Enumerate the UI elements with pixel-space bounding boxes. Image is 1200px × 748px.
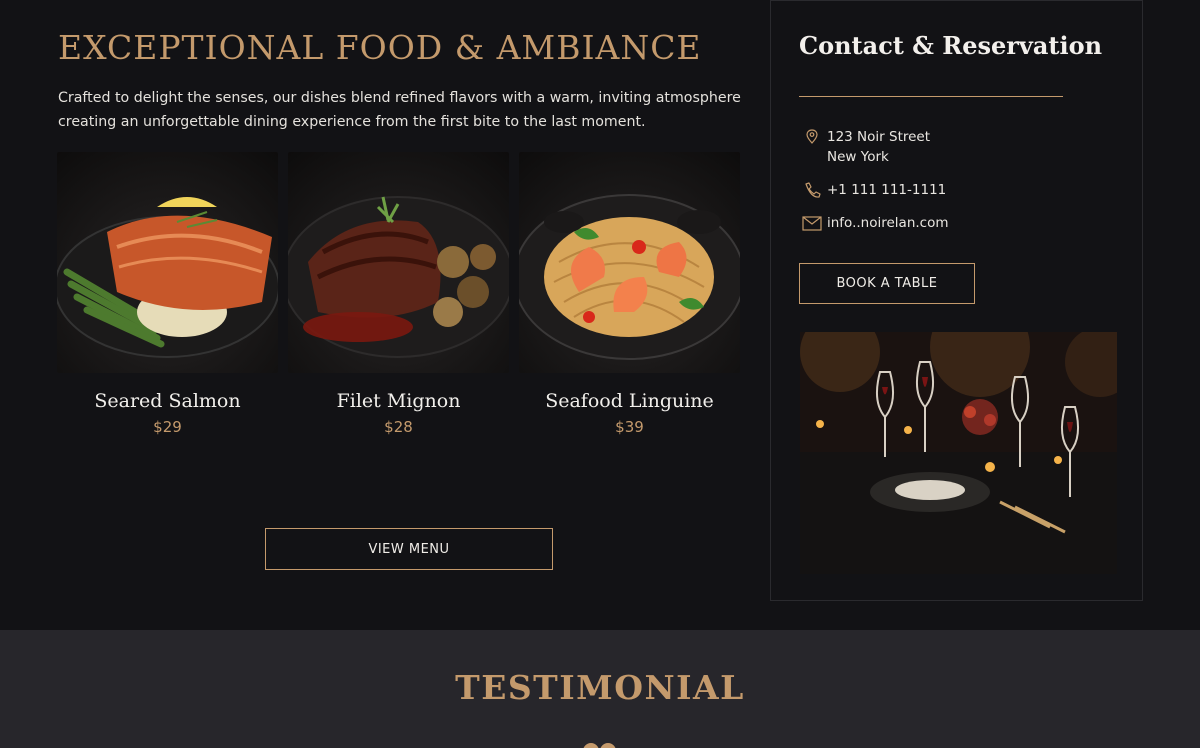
- contact-title: Contact & Reservation: [799, 31, 1103, 60]
- dish-name: Seafood Linguine: [545, 390, 714, 412]
- view-menu-button[interactable]: VIEW MENU: [265, 528, 553, 570]
- quote-icon: [583, 738, 617, 748]
- location-pin-icon: [801, 127, 823, 147]
- book-table-button[interactable]: BOOK A TABLE: [799, 263, 975, 304]
- testimonial-title: TESTIMONIAL: [455, 668, 745, 707]
- dish-card[interactable]: Seared Salmon $29: [57, 152, 278, 436]
- restaurant-interior-photo: [800, 332, 1117, 574]
- address-line-1: 123 Noir Street: [827, 129, 931, 145]
- dish-price: $28: [384, 418, 413, 436]
- mail-icon: [801, 213, 823, 233]
- dish-card[interactable]: Seafood Linguine $39: [519, 152, 740, 436]
- dish-photo-filet: [288, 152, 509, 373]
- section-intro: Crafted to delight the senses, our dishe…: [58, 90, 741, 130]
- phone-icon: [801, 180, 823, 200]
- title-divider: [799, 96, 1063, 97]
- contact-address: 123 Noir Street New York: [801, 127, 930, 167]
- contact-phone[interactable]: +1 111 111-1111: [801, 180, 946, 200]
- dish-price: $29: [153, 418, 182, 436]
- section-heading: EXCEPTIONAL FOOD & AMBIANCE: [58, 28, 702, 67]
- dish-photo-salmon: [57, 152, 278, 373]
- email-address[interactable]: info..noirelan.com: [827, 213, 949, 233]
- phone-number[interactable]: +1 111 111-1111: [827, 180, 946, 200]
- dish-price: $39: [615, 418, 644, 436]
- testimonial-section: TESTIMONIAL: [0, 630, 1200, 748]
- dish-photo-linguine: [519, 152, 740, 373]
- contact-card: Contact & Reservation 123 Noir Street Ne…: [770, 0, 1143, 601]
- dish-name: Seared Salmon: [94, 390, 241, 412]
- contact-email[interactable]: info..noirelan.com: [801, 213, 949, 233]
- dish-name: Filet Mignon: [336, 390, 461, 412]
- dish-card[interactable]: Filet Mignon $28: [288, 152, 509, 436]
- address-line-2: New York: [827, 149, 889, 165]
